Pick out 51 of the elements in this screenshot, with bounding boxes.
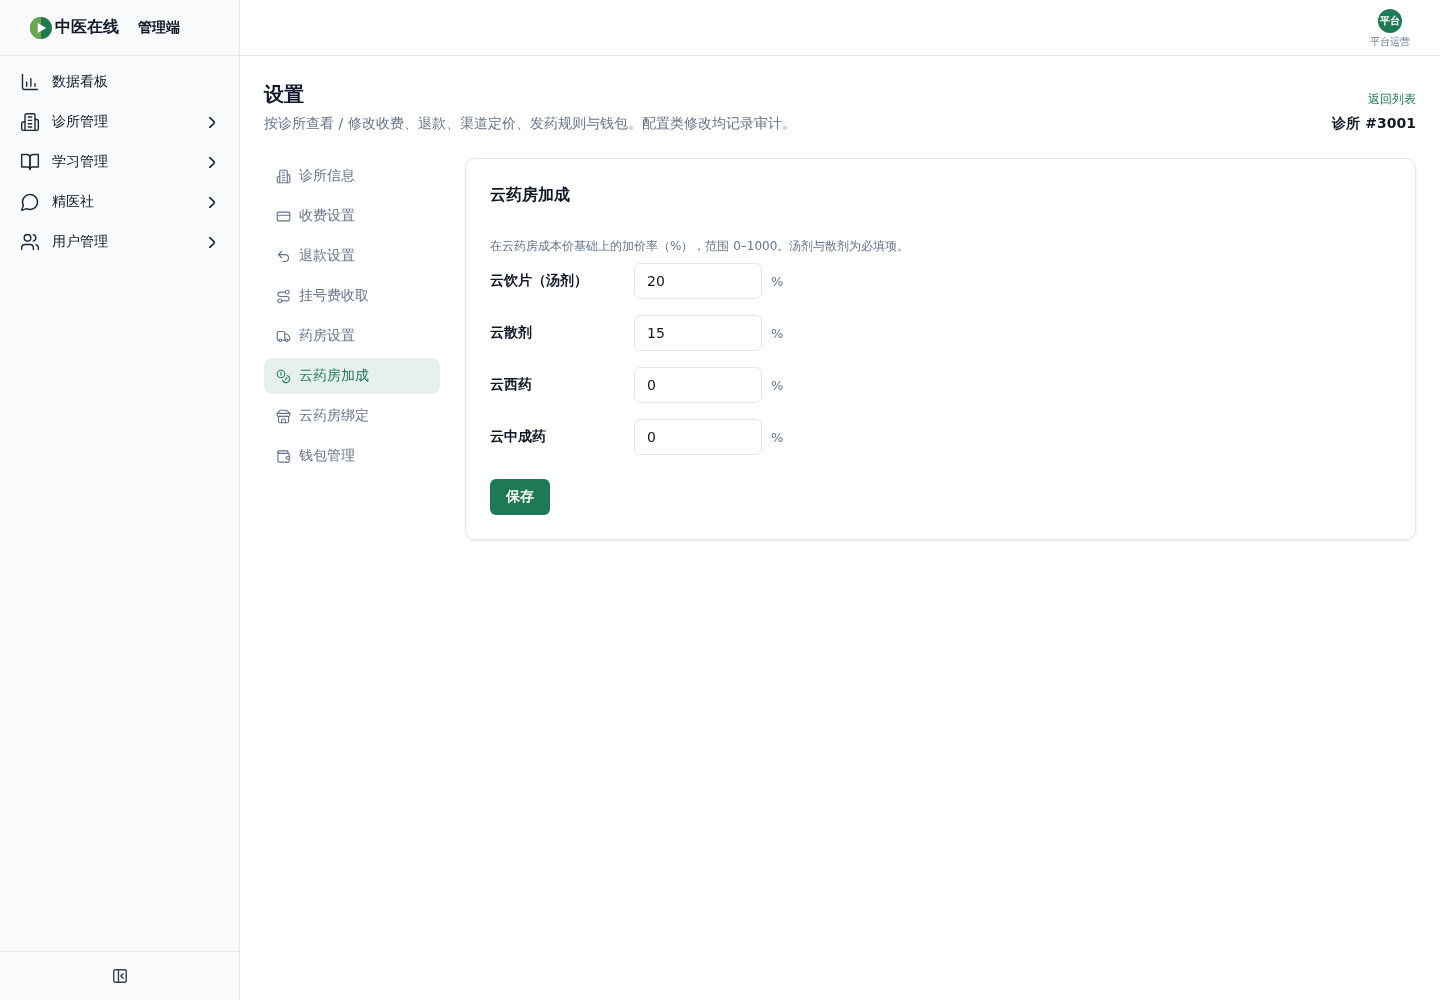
sidebar-item[interactable]: 用户管理 — [0, 222, 239, 262]
clinic-id: 诊所 #3001 — [1332, 114, 1416, 133]
users-icon — [20, 232, 40, 252]
settings-tab[interactable]: 退款设置 — [264, 238, 440, 274]
back-to-list-link[interactable]: 返回列表 — [1368, 90, 1416, 108]
sidebar-item[interactable]: 数据看板 — [0, 62, 239, 102]
route-icon — [276, 288, 291, 304]
save-button[interactable]: 保存 — [490, 479, 550, 515]
field-label: 云中成药 — [490, 428, 547, 446]
truck-icon — [276, 328, 291, 344]
input-field[interactable]: 0 — [634, 367, 762, 403]
play-logo-icon — [30, 16, 52, 39]
sidebar-item[interactable]: 诊所管理 — [0, 102, 239, 142]
open-book-icon — [20, 152, 40, 172]
field-label: 云饮片（汤剂） — [490, 272, 589, 290]
input-field[interactable]: 0 — [634, 419, 762, 455]
unit-label: % — [771, 377, 784, 393]
chat-bubble-icon — [20, 192, 40, 212]
input-field[interactable]: 15 — [634, 315, 762, 351]
card-icon — [276, 208, 291, 224]
wallet-icon — [276, 448, 291, 464]
sidebar-item[interactable]: 学习管理 — [0, 142, 239, 182]
field-label: 云散剂 — [490, 324, 533, 342]
settings-tab[interactable]: 收费设置 — [264, 198, 440, 234]
user-avatar[interactable]: 平台 — [1378, 8, 1402, 33]
card-description: 在云药房成本价基础上的加价率（%），范围 0–1000。汤剂与散剂为必填项。 — [490, 238, 911, 255]
building-icon — [20, 112, 40, 132]
card-title: 云药房加成 — [490, 184, 571, 206]
settings-tab[interactable]: 挂号费收取 — [264, 278, 440, 314]
settings-tab[interactable]: 钱包管理 — [264, 438, 440, 474]
settings-tab[interactable]: 药房设置 — [264, 318, 440, 354]
sidebar-toggle-icon — [112, 969, 127, 983]
store-icon — [276, 408, 291, 424]
field-label: 云西药 — [490, 376, 533, 394]
settings-tab[interactable]: 诊所信息 — [264, 158, 440, 194]
settings-tab[interactable]: 云药房加成 — [264, 358, 440, 394]
brand-suffix: 管理端 — [138, 18, 180, 37]
page-title: 设置 — [264, 81, 305, 108]
coins-icon — [276, 368, 291, 384]
unit-label: % — [771, 325, 784, 341]
input-field[interactable]: 20 — [634, 263, 762, 299]
undo-arrow-icon — [276, 248, 291, 264]
bar-chart-icon — [20, 72, 40, 92]
page-subtitle: 按诊所查看 / 修改收费、退款、渠道定价、发药规则与钱包。配置类修改均记录审计。 — [264, 114, 796, 133]
unit-label: % — [771, 273, 784, 289]
building-icon — [276, 168, 291, 184]
sidebar-item[interactable]: 精医社 — [0, 182, 239, 222]
role-label: 平台运营 — [1370, 34, 1410, 49]
unit-label: % — [771, 429, 784, 445]
brand-name: 中医在线 — [55, 17, 119, 38]
settings-tab[interactable]: 云药房绑定 — [264, 398, 440, 434]
